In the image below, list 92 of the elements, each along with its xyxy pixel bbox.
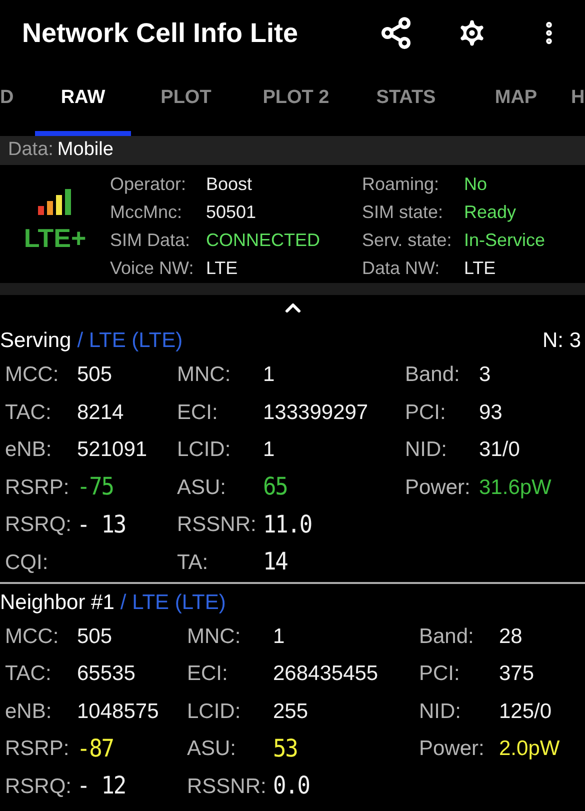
- field-label: ASU:: [177, 474, 228, 501]
- field-label: eNB:: [5, 437, 53, 464]
- field-label: PCI:: [405, 400, 447, 426]
- info-label: Roaming:: [362, 173, 440, 196]
- field-value: 1: [263, 437, 275, 464]
- info-label: SIM Data:: [110, 229, 192, 252]
- field-label: ECI:: [177, 400, 219, 426]
- field-label: LCID:: [187, 698, 242, 725]
- section-title: Serving: [0, 328, 72, 354]
- share-icon[interactable]: [379, 16, 413, 50]
- info-label: Serv. state:: [362, 229, 453, 252]
- field-label: CQI:: [5, 550, 50, 576]
- info-label: Voice NW:: [110, 257, 195, 280]
- cell-count: N: 3: [542, 328, 582, 354]
- info-value: No: [464, 173, 488, 196]
- data-value: Mobile: [57, 138, 114, 162]
- field-label: eNB:: [5, 698, 53, 725]
- field-value: 505: [77, 624, 112, 650]
- field-value: 375: [499, 661, 534, 688]
- info-value: LTE: [206, 257, 238, 280]
- field-label: RSSNR:: [187, 774, 268, 800]
- info-value: LTE: [464, 257, 496, 280]
- field-label: ECI:: [187, 661, 229, 688]
- info-value: Ready: [464, 201, 516, 224]
- field-label: NID:: [405, 437, 448, 464]
- field-label: Power:: [405, 474, 472, 501]
- field-value: 133399297: [263, 400, 368, 426]
- field-label: Band:: [419, 624, 475, 650]
- field-value: 65: [263, 472, 288, 504]
- app-title: Network Cell Info Lite: [22, 16, 300, 50]
- section-title: Neighbor #1: [0, 590, 114, 616]
- field-label: MNC:: [177, 362, 232, 388]
- field-value: 1048575: [77, 698, 159, 725]
- info-label: SIM state:: [362, 201, 444, 224]
- field-value: 521091: [77, 437, 148, 464]
- field-value: -75: [77, 472, 114, 504]
- info-value: 50501: [206, 201, 256, 224]
- signal-icon: [38, 189, 72, 215]
- field-value: 0.0: [273, 772, 310, 802]
- network-type-label: LTE+: [24, 222, 86, 255]
- field-label: PCI:: [419, 661, 461, 688]
- section-technology: / LTE (LTE): [77, 328, 184, 354]
- field-value: 2.0pW: [499, 736, 560, 762]
- field-label: RSRP:: [5, 736, 70, 762]
- tab[interactable]: D: [0, 66, 32, 136]
- field-label: NID:: [419, 698, 462, 725]
- field-value: 53: [273, 734, 298, 765]
- info-label: MccMnc:: [110, 201, 183, 224]
- field-label: RSRQ:: [5, 512, 73, 538]
- field-label: RSSNR:: [177, 512, 258, 538]
- field-value: 505: [77, 362, 112, 388]
- field-value: -87: [77, 734, 114, 765]
- section-technology: / LTE (LTE): [120, 590, 227, 616]
- field-label: MNC:: [187, 624, 242, 650]
- field-value: 93: [479, 400, 502, 426]
- info-value: Boost: [206, 173, 252, 196]
- data-label: Data:: [8, 138, 54, 162]
- info-value: CONNECTED: [206, 229, 320, 252]
- field-value: 28: [499, 624, 522, 650]
- field-value: 125/0: [499, 698, 552, 725]
- field-value: - 13: [77, 510, 126, 541]
- info-value: In-Service: [464, 229, 546, 252]
- field-value: 65535: [77, 661, 136, 688]
- field-value: 268435455: [273, 661, 378, 688]
- tab[interactable]: PLOT: [131, 66, 241, 136]
- field-label: TAC:: [5, 400, 52, 426]
- field-label: Band:: [405, 362, 461, 388]
- field-label: Power:: [419, 736, 486, 762]
- field-label: RSRQ:: [5, 774, 73, 800]
- tab[interactable]: STATS: [351, 66, 461, 136]
- field-label: MCC:: [5, 362, 60, 388]
- field-value: 1: [263, 362, 275, 388]
- field-value: 8214: [77, 400, 124, 426]
- tab[interactable]: MAP: [461, 66, 571, 136]
- field-label: ASU:: [187, 736, 238, 762]
- field-value: 11.0: [263, 510, 312, 541]
- field-value: 255: [273, 698, 308, 725]
- field-value: 14: [263, 548, 288, 579]
- field-label: MCC:: [5, 624, 60, 650]
- field-value: 3: [479, 362, 491, 388]
- info-label: Operator:: [110, 173, 188, 196]
- field-label: TAC:: [5, 661, 52, 688]
- tab[interactable]: H: [571, 66, 585, 136]
- field-value: - 12: [77, 772, 126, 802]
- field-value: 1: [273, 624, 285, 650]
- field-value: 31/0: [479, 437, 520, 464]
- field-label: LCID:: [177, 437, 232, 464]
- field-value: 31.6pW: [479, 474, 552, 501]
- field-label: RSRP:: [5, 474, 70, 501]
- tab[interactable]: PLOT 2: [241, 66, 351, 136]
- field-label: TA:: [177, 550, 210, 576]
- info-label: Data NW:: [362, 257, 441, 280]
